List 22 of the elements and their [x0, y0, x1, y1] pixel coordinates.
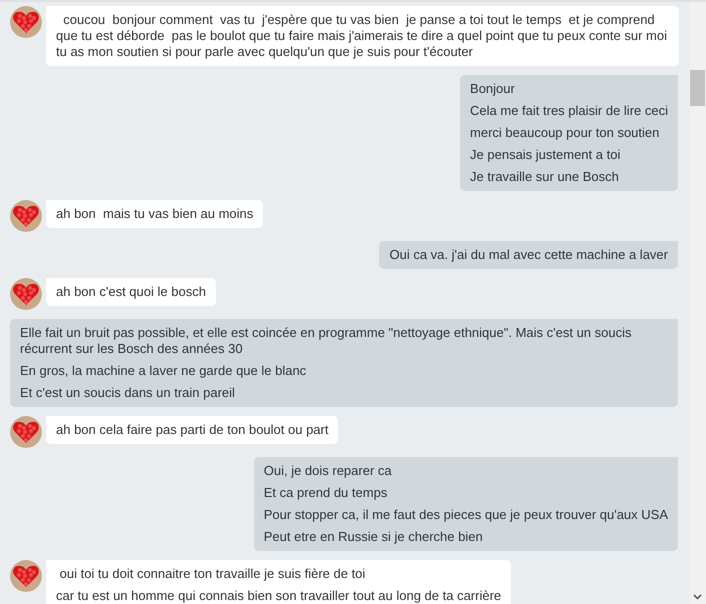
message-text: En gros, la machine a laver ne garde que le blanc [20, 363, 308, 379]
message-text: car tu est un homme qui connais bien son travailler tout au long de ta carrière [56, 588, 502, 604]
message-text: Cela me fait tres plaisir de lire ceci [470, 103, 668, 119]
message-text: ah bon mais tu vas bien au moins [56, 206, 254, 222]
message-text: oui toi tu doit connaitre ton travaille je suis fière de toi [58, 566, 366, 582]
scrollbar-thumb[interactable] [690, 70, 705, 106]
message-text: Et c'est un soucis dans un train pareil [20, 385, 236, 401]
message-text: Et ca prend du temps [264, 485, 388, 501]
message-text: Oui, je dois reparer ca [264, 463, 393, 479]
message-text: Je travaille sur une Bosch [470, 169, 620, 185]
message-text: Pour stopper ca, il me faut des pieces que je peux trouver qu'aux USA [264, 507, 668, 523]
message-text: Elle fait un bruit pas possible, et elle est coincée en programme "nettoyage ethnique". Mais c'est un soucis récurrent sur les Bosch des années 30 [20, 325, 632, 357]
message-text: ah bon cela faire pas parti de ton boulot ou part [56, 422, 328, 438]
message-text: Bonjour [470, 81, 516, 97]
message-text: Je pensais justement a toi [470, 147, 622, 163]
message-text: Oui ca va. j'ai du mal avec cette machine a laver [389, 247, 668, 263]
message-text: coucou bonjour comment vas tu j'espère que tu vas bien je panse a toi tout le temps et je comprend que tu est déborde pas le boulot que tu faire mais j'aimerais te dire a quel point que tu peux conte sur moi tu as mon soutien si pour parle avec quelqu'un que je suis pour t'écouter [56, 12, 668, 60]
message-text: Peut etre en Russie si je cherche bien [264, 529, 484, 545]
message-text: merci beaucoup pour ton soutien [470, 125, 660, 141]
scrollbar[interactable] [689, 2, 706, 604]
scroll-down-icon[interactable] [693, 594, 702, 600]
message-text: ah bon c'est quoi le bosch [56, 284, 206, 300]
